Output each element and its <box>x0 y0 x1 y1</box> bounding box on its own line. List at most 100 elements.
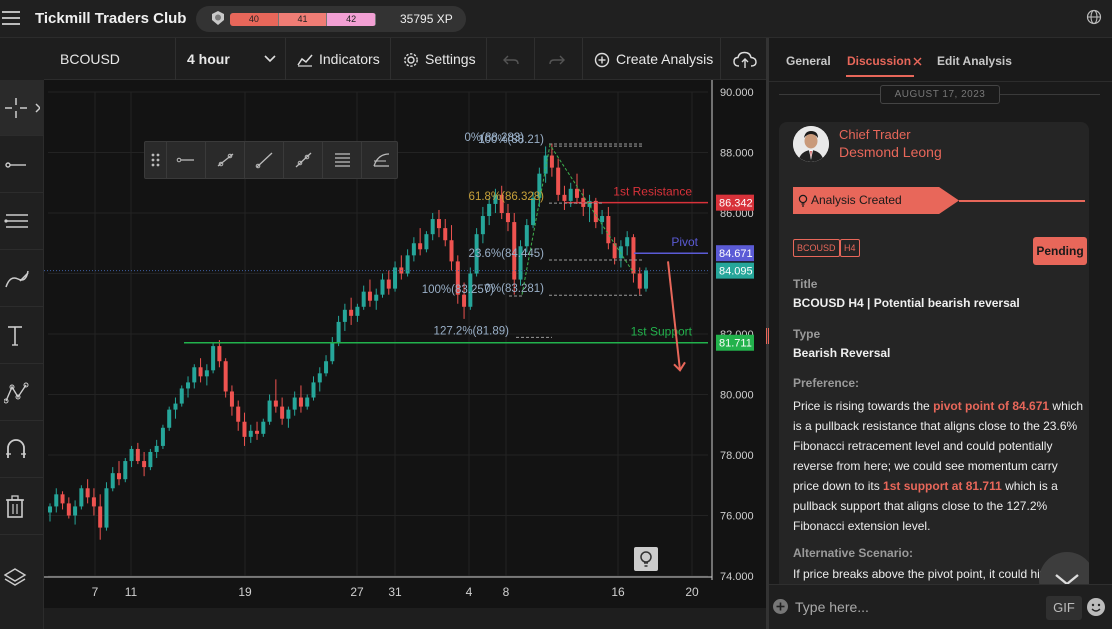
ideas-button[interactable] <box>634 547 658 571</box>
candle-body <box>91 497 96 507</box>
line-tool[interactable] <box>0 137 44 193</box>
preference-label: Preference: <box>793 376 860 390</box>
candle-body <box>179 388 184 404</box>
candle-body <box>292 397 297 410</box>
indicators-icon <box>297 54 313 67</box>
candle-body <box>386 279 391 289</box>
candle-body <box>54 494 59 507</box>
candle-body <box>79 488 84 507</box>
horizontal-ray-tool[interactable] <box>167 142 206 178</box>
date-divider-right <box>1000 94 1100 95</box>
date-separator: AUGUST 17, 2023 <box>880 85 1000 104</box>
fib-label: 100%(83.257) <box>422 284 494 296</box>
close-icon[interactable] <box>913 57 922 66</box>
message-composer: Type here... GIF <box>769 584 1112 629</box>
delete-tool[interactable] <box>0 479 44 535</box>
lightbulb-icon <box>798 194 808 207</box>
redo-button[interactable] <box>535 38 583 80</box>
emoji-icon[interactable] <box>1087 598 1105 616</box>
brush-tool[interactable] <box>0 251 44 307</box>
tab-edit-analysis[interactable]: Edit Analysis <box>937 54 1012 68</box>
candle-body <box>505 213 510 223</box>
candle-body <box>355 306 360 316</box>
fib-label: 23.6%(84.445) <box>469 248 545 260</box>
candle-body <box>556 167 561 195</box>
parallel-channel-tool[interactable] <box>323 142 362 178</box>
type-label: Type <box>793 327 821 341</box>
y-tick-label: 88.000 <box>720 148 754 160</box>
extended-line-tool[interactable] <box>284 142 323 178</box>
drag-handle[interactable] <box>145 142 167 178</box>
candle-body <box>524 225 529 247</box>
settings-label: Settings <box>425 51 476 67</box>
x-tick-label: 27 <box>350 585 364 599</box>
settings-button[interactable]: Settings <box>391 38 487 80</box>
tab-discussion[interactable]: Discussion <box>847 54 911 68</box>
author-photo-icon <box>793 126 829 162</box>
candle-body <box>242 421 247 437</box>
crosshair-icon <box>5 98 40 118</box>
candle-body <box>349 309 354 316</box>
ray-tool[interactable] <box>245 142 284 178</box>
candle-body <box>342 309 347 322</box>
title-label: Title <box>793 277 818 291</box>
price-tag-label: 81.711 <box>719 338 752 350</box>
candle-body <box>280 406 285 419</box>
x-tick-label: 4 <box>466 585 473 599</box>
message-input[interactable]: Type here... <box>795 599 869 615</box>
candle-body <box>223 361 228 392</box>
symbol-selector[interactable]: BCOUSD <box>44 38 176 80</box>
status-banner-line <box>959 200 1085 202</box>
candle-body <box>160 427 165 446</box>
top-bar: Tickmill Traders Club 40 41 42 35795 XP <box>0 0 1112 38</box>
candle-body <box>600 216 605 223</box>
upload-button[interactable] <box>721 38 766 80</box>
magnet-icon <box>6 439 26 458</box>
projection-arrow-shaft <box>667 261 681 371</box>
redo-icon <box>549 55 565 65</box>
price-tag-label: 84.095 <box>719 266 753 278</box>
chevron-down-icon <box>264 55 276 63</box>
tab-general[interactable]: General <box>786 54 831 68</box>
candle-body <box>606 216 611 244</box>
x-tick-label: 8 <box>503 585 510 599</box>
menu-icon[interactable] <box>2 11 20 25</box>
candle-body <box>148 451 153 468</box>
lightbulb-icon <box>640 551 652 567</box>
curve-tool[interactable] <box>362 142 401 178</box>
fib-tool[interactable] <box>0 194 44 250</box>
create-analysis-button[interactable]: Create Analysis <box>583 38 721 80</box>
analysis-panel: General Discussion Edit Analysis AUGUST … <box>769 38 1112 629</box>
symbol-tag: BCOUSD <box>793 239 840 257</box>
fib-label: 61.8%(86.328) <box>469 191 545 203</box>
active-tab-indicator <box>846 75 914 77</box>
magnet-tool[interactable] <box>0 422 44 478</box>
undo-button[interactable] <box>487 38 535 80</box>
trend-line-tool[interactable] <box>206 142 245 178</box>
candle-body <box>267 400 272 422</box>
candle-body <box>374 294 379 301</box>
pattern-tool[interactable] <box>0 365 44 421</box>
indicators-button[interactable]: Indicators <box>286 38 391 80</box>
author-name[interactable]: Desmond Leong <box>839 144 942 160</box>
interval-selector[interactable]: 4 hour <box>176 38 286 80</box>
add-attachment-icon[interactable] <box>773 599 788 614</box>
crosshair-tool[interactable] <box>0 80 44 136</box>
drawing-toolbar <box>144 141 398 179</box>
candle-body <box>261 421 266 434</box>
x-tick-label: 20 <box>685 585 699 599</box>
candle-body <box>436 219 441 229</box>
candle-body <box>568 188 573 201</box>
candle-body <box>255 430 260 434</box>
candle-body <box>117 473 122 480</box>
xp-progress: 40 41 42 35795 XP <box>196 6 466 32</box>
layers-tool[interactable] <box>0 550 44 606</box>
y-tick-label: 76.000 <box>720 511 754 523</box>
y-tick-label: 78.000 <box>720 450 754 462</box>
avatar[interactable] <box>793 126 829 162</box>
gif-button[interactable]: GIF <box>1046 596 1082 620</box>
text-tool[interactable] <box>0 308 44 364</box>
candle-body <box>367 291 372 301</box>
x-tick-label: 11 <box>125 585 138 599</box>
globe-icon[interactable] <box>1086 9 1102 25</box>
